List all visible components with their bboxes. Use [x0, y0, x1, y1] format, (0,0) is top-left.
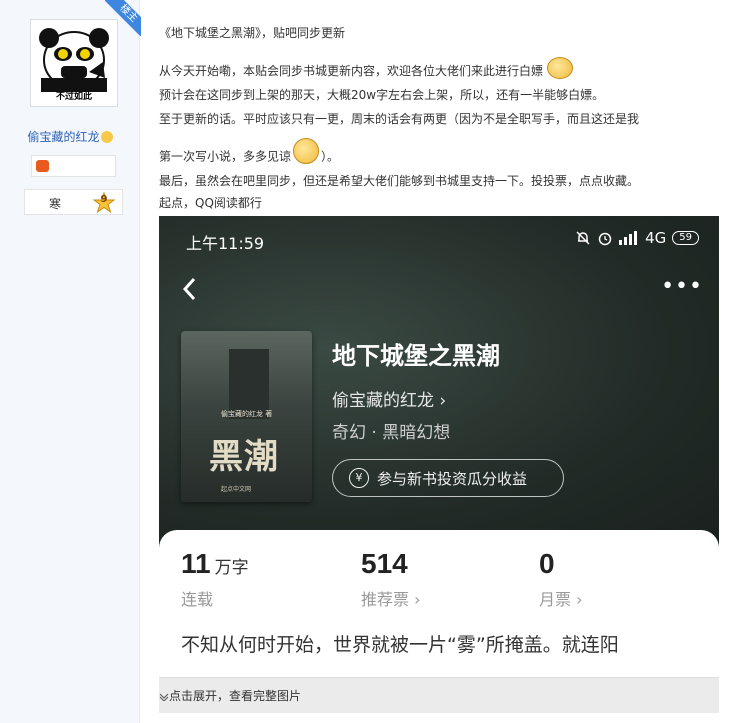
book-genre: 奇幻 · 黑暗幻想 [332, 423, 451, 443]
expand-image-bar[interactable]: 点击展开，查看完整图片 [159, 677, 719, 713]
back-arrow-icon[interactable] [181, 276, 197, 302]
alarm-icon [598, 232, 612, 246]
cover-author: 偷宝藏的红龙 著 [221, 410, 273, 418]
stat-word-count: 11 万字 连载 [181, 548, 249, 610]
post-line: 第一次写小说，多多见谅 ）。 [159, 138, 340, 170]
invest-button[interactable]: ¥ 参与新书投资瓜分收益 [332, 459, 564, 497]
cover-publisher: 起点中文网 [221, 486, 252, 493]
level-name: 寒 [49, 197, 62, 211]
stat-unit: 万字 [214, 558, 249, 578]
post-line: 预计会在这同步到上架的那天，大概20w字左右会上架，所以，还有一半能够白嫖。 [159, 88, 605, 102]
yen-icon: ¥ [349, 468, 369, 488]
status-icons: 4G 59 [575, 229, 699, 247]
user-icon-box [31, 155, 116, 177]
invest-label: 参与新书投资瓜分收益 [377, 469, 528, 488]
level-badge[interactable]: 寒 9 [24, 189, 123, 215]
cover-title: 黑潮 [209, 437, 279, 477]
fan-badge-icon[interactable] [36, 160, 49, 172]
signal-icon [619, 231, 638, 245]
level-number: 9 [100, 194, 108, 205]
stat-value: 11 [181, 548, 211, 579]
post-line-title: 《地下城堡之黑潮》，贴吧同步更新 [159, 26, 346, 40]
post-text: ）。 [321, 149, 340, 164]
author-sidebar: 不过如此 楼主 偷宝藏的红龙 寒 9 [0, 0, 141, 723]
username-link[interactable]: 偷宝藏的红龙 [27, 130, 99, 144]
teary-emoji-icon [293, 138, 320, 164]
post-text: 从今天开始嘞，本贴会同步书城更新内容，欢迎各位大佬们来此进行白嫖 [159, 64, 544, 78]
post-line: 至于更新的话。平时应该只有一更，周末的话会有两更（因为不是全职写手，而且这还是我 [159, 112, 640, 126]
network-label: 4G [645, 229, 667, 247]
stat-label: 推荐票 › [361, 590, 421, 609]
chevron-down-icon [159, 693, 169, 702]
more-menu-icon[interactable]: ••• [661, 276, 703, 298]
post-image[interactable]: 上午11:59 4G 59 ••• 偷宝藏的红龙 著 黑潮 起点中文网 地下城堡… [159, 216, 719, 686]
stat-label: 连载 [181, 590, 214, 609]
smile-icon [100, 131, 113, 143]
status-time: 上午11:59 [186, 234, 265, 253]
post-line: 从今天开始嘞，本贴会同步书城更新内容，欢迎各位大佬们来此进行白嫖 [159, 56, 573, 83]
username-row: 偷宝藏的红龙 [0, 128, 140, 145]
stats-card: 11 万字 连载 514 推荐票 › 0 月票 › 不知从何时开始，世界就被一片“… [159, 530, 719, 686]
stat-value: 514 [361, 548, 408, 579]
avatar-image: 不过如此 [33, 22, 115, 104]
book-author-link[interactable]: 偷宝藏的红龙 › [332, 386, 446, 411]
stat-monthly-votes[interactable]: 0 月票 › [539, 548, 583, 610]
book-cover[interactable]: 偷宝藏的红龙 著 黑潮 起点中文网 [181, 331, 312, 502]
post-text: 第一次写小说，多多见谅 [159, 149, 292, 164]
mute-bell-icon [576, 231, 590, 245]
op-badge-label: 楼主 [105, 0, 141, 36]
stat-value: 0 [539, 548, 555, 579]
expand-label: 点击展开，查看完整图片 [169, 689, 302, 703]
op-badge: 楼主 [105, 0, 141, 36]
avatar-caption: 不过如此 [55, 92, 92, 102]
stat-recommend-votes[interactable]: 514 推荐票 › [361, 548, 421, 610]
post-line: 最后，虽然会在吧里同步，但还是希望大佬们能够到书城里支持一下。投投票，点点收藏。 [159, 174, 640, 188]
battery-indicator: 59 [672, 231, 699, 245]
stat-label: 月票 › [539, 590, 583, 609]
book-title: 地下城堡之黑潮 [332, 342, 500, 370]
book-intro: 不知从何时开始，世界就被一片“雾”所掩盖。就连阳 [181, 634, 619, 656]
grin-emoji-icon [546, 56, 573, 79]
post-line: 起点，QQ阅读都行 [159, 196, 262, 210]
